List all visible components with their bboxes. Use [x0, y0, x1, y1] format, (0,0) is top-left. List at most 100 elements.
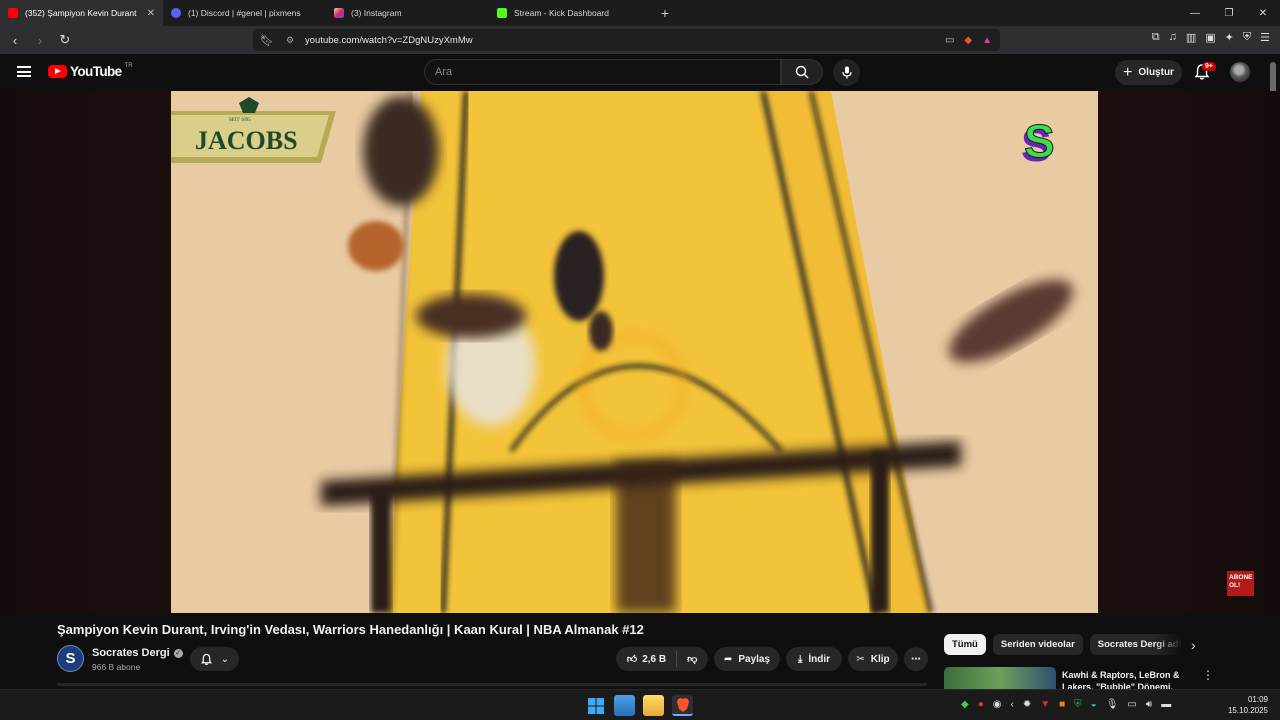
thumbs-up-icon: 👍︎ — [626, 654, 638, 665]
chip-channel[interactable]: Socrates Dergi adlı yü — [1089, 634, 1182, 655]
chevron-down-icon: ⌄ — [220, 653, 230, 665]
file-explorer-icon[interactable] — [643, 695, 664, 716]
share-button[interactable]: ➦ Paylaş — [714, 647, 780, 671]
kebab-menu-icon[interactable]: ⋮ — [1202, 668, 1214, 682]
new-tab-button[interactable]: + — [652, 0, 678, 26]
recommended-thumbnail[interactable] — [944, 667, 1056, 689]
sidebar-icon[interactable]: ▥ — [1186, 31, 1196, 44]
tray-battery-icon[interactable]: ▬ — [1161, 699, 1171, 710]
forward-icon[interactable]: › — [30, 30, 50, 50]
video-player[interactable]: JACOBS SEIT 1895 S S — [171, 91, 1098, 613]
download-label: İndir — [808, 653, 831, 665]
bookmark-icon[interactable]: 🔖︎ — [260, 34, 274, 47]
sponsor-logo-text: JACOBS — [195, 126, 298, 155]
tab-instagram[interactable]: (3) Instagram — [326, 0, 489, 26]
recommended-title[interactable]: Kawhi & Raptors, LeBron & Lakers, "Bubbl… — [1062, 669, 1192, 689]
reload-icon[interactable]: ↻ — [55, 30, 75, 50]
youtube-favicon-icon — [8, 8, 18, 18]
tray-app-icon[interactable]: ◆ — [961, 699, 969, 710]
brave-browser-icon[interactable] — [672, 695, 693, 716]
tray-vpn-icon[interactable]: ▼ — [1040, 699, 1050, 710]
tray-settings-icon[interactable]: ✹ — [1023, 699, 1031, 710]
window-controls: — ❐ ✕ — [1178, 0, 1280, 26]
browser-tab-strip: (352) Şampiyon Kevin Durant ✕ (1) Discor… — [0, 0, 1280, 26]
media-icon[interactable]: ♫ — [1169, 31, 1177, 44]
tray-mic-icon[interactable]: 🎙︎ — [1106, 699, 1119, 710]
account-avatar[interactable] — [1230, 62, 1250, 82]
dislike-button[interactable]: 👎︎ — [687, 653, 697, 665]
wallet-icon[interactable]: ▣ — [1205, 31, 1215, 44]
address-bar[interactable]: 🔖︎ ⚙ youtube.com/watch?v=ZDgNUzyXmMw ▭ ◆… — [253, 29, 1000, 51]
tray-security-icon[interactable]: ⛨ — [1074, 699, 1082, 710]
video-frame: JACOBS SEIT 1895 S S — [171, 91, 1098, 613]
screenshot-icon[interactable]: ⧉ — [1152, 31, 1160, 44]
brave-rewards-icon[interactable]: ▲ — [982, 35, 992, 46]
minimize-icon[interactable]: — — [1178, 0, 1212, 26]
instagram-favicon-icon — [334, 8, 344, 18]
search-icon — [795, 65, 809, 79]
tray-volume-icon[interactable]: 🔊︎ — [1146, 699, 1152, 710]
search-input[interactable] — [425, 60, 780, 84]
close-tab-icon[interactable]: ✕ — [147, 8, 155, 19]
photos-app-icon[interactable] — [614, 695, 635, 716]
cast-icon[interactable]: ▭ — [945, 35, 954, 46]
tray-steam-icon[interactable]: ◉ — [993, 699, 1002, 710]
taskbar-apps — [585, 695, 693, 716]
restore-icon[interactable]: ❐ — [1212, 0, 1246, 26]
tray-arrow-icon[interactable]: ‹ — [1010, 699, 1013, 710]
tab-title: (3) Instagram — [351, 8, 402, 18]
tray-app2-icon[interactable]: ■ — [1059, 699, 1065, 710]
youtube-header: YouTube TR + Oluştur 9+ — [0, 54, 1280, 91]
scissors-icon: ✂ — [856, 653, 865, 665]
tab-title: (352) Şampiyon Kevin Durant — [25, 8, 137, 18]
tray-network-icon[interactable]: ▭ — [1127, 699, 1136, 710]
guide-menu-icon[interactable] — [17, 66, 31, 77]
related-filter-chips: Tümü Seriden videolar Socrates Dergi adl… — [944, 634, 1182, 656]
chevron-right-icon[interactable]: › — [1191, 637, 1196, 653]
chip-series[interactable]: Seriden videolar — [992, 634, 1083, 655]
download-icon: ⤓ — [797, 653, 803, 665]
more-actions-button[interactable]: ⋯ — [904, 647, 928, 671]
subscription-notifications-button[interactable]: ⌄ — [190, 647, 239, 671]
tray-edge-icon[interactable]: ◒ — [1091, 699, 1097, 710]
subscriber-count: 966 B abone — [92, 662, 141, 672]
brave-shields-icon[interactable]: ◆ — [964, 35, 972, 46]
close-window-icon[interactable]: ✕ — [1246, 0, 1280, 26]
tray-record-icon[interactable]: ● — [978, 699, 984, 710]
leo-icon[interactable]: ✦ — [1225, 31, 1234, 44]
tab-discord[interactable]: (1) Discord | #genel | pixmens — [163, 0, 326, 26]
site-info-icon[interactable]: ⚙ — [286, 35, 294, 46]
back-icon[interactable]: ‹ — [5, 30, 25, 50]
system-tray: ◆ ● ◉ ‹ ✹ ▼ ■ ⛨ ◒ 🎙︎ ▭ 🔊︎ ▬ — [961, 699, 1171, 710]
clock-date: 15.10.2025 — [1227, 706, 1268, 715]
description-box-edge — [57, 683, 927, 686]
tab-kick[interactable]: Stream - Kick Dashboard — [489, 0, 652, 26]
verified-check-icon: ✓ — [173, 648, 183, 658]
notification-badge: 9+ — [1202, 62, 1216, 71]
share-icon: ➦ — [723, 653, 733, 665]
channel-avatar[interactable]: S — [57, 645, 84, 672]
vpn-icon[interactable]: ⛨ — [1243, 31, 1251, 44]
windows-start-icon[interactable] — [585, 695, 606, 716]
clip-button[interactable]: ✂ Klip — [848, 647, 898, 671]
menu-icon[interactable]: ☰ — [1260, 31, 1270, 44]
recommended-video[interactable]: Kawhi & Raptors, LeBron & Lakers, "Bubbl… — [944, 667, 1264, 689]
search-button[interactable] — [781, 59, 823, 85]
taskbar-clock[interactable]: 01:09 15.10.2025 — [1228, 694, 1268, 716]
browser-extensions: ⧉ ♫ ▥ ▣ ✦ ⛨ ☰ — [1152, 31, 1270, 44]
voice-search-button[interactable] — [833, 59, 860, 86]
channel-name[interactable]: Socrates Dergi ✓ — [92, 647, 183, 659]
subscribe-overlay-badge[interactable]: ABONE OL! — [1227, 571, 1254, 596]
like-button[interactable]: 👍︎ 2,6 B — [626, 653, 666, 666]
download-button[interactable]: ⤓ İndir — [786, 647, 842, 671]
bell-icon — [200, 653, 212, 665]
tab-youtube[interactable]: (352) Şampiyon Kevin Durant ✕ — [0, 0, 163, 26]
browser-toolbar: ‹ › ↻ 🔖︎ ⚙ youtube.com/watch?v=ZDgNUzyXm… — [0, 26, 1280, 54]
country-code: TR — [124, 62, 133, 69]
url-text[interactable]: youtube.com/watch?v=ZDgNUzyXmMw — [305, 35, 473, 46]
plus-icon: + — [1123, 63, 1133, 81]
youtube-logo[interactable]: YouTube TR — [48, 62, 133, 79]
kick-favicon-icon — [497, 8, 507, 18]
create-button[interactable]: + Oluştur — [1115, 60, 1182, 85]
chip-all[interactable]: Tümü — [944, 634, 986, 655]
